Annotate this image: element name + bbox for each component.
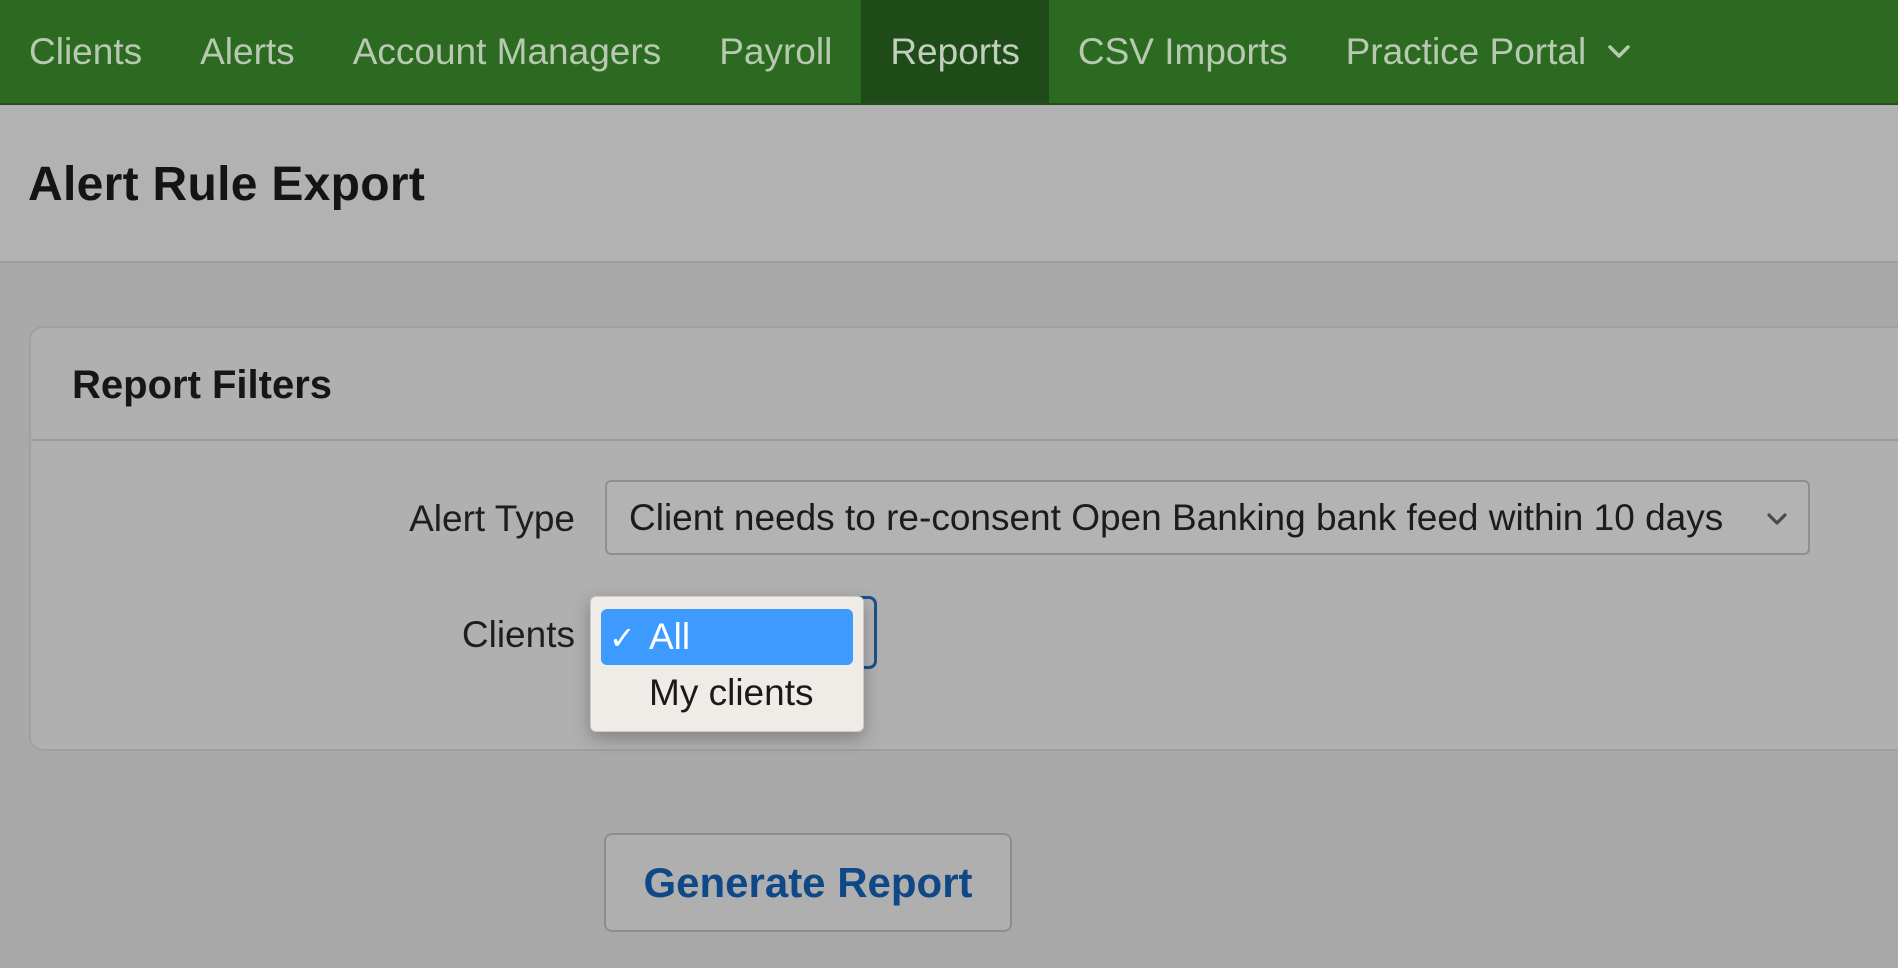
top-nav: Clients Alerts Account Managers Payroll …	[0, 0, 1898, 105]
nav-item-account-managers[interactable]: Account Managers	[324, 0, 691, 103]
card-header: Report Filters	[31, 328, 1898, 441]
alert-type-label: Alert Type	[409, 498, 575, 539]
nav-item-alerts[interactable]: Alerts	[171, 0, 324, 103]
card-title: Report Filters	[72, 363, 333, 407]
clients-option-all[interactable]: ✓ All	[601, 609, 853, 665]
clients-option-label: All	[649, 616, 691, 657]
clients-label: Clients	[461, 614, 575, 655]
chevron-down-icon	[1608, 44, 1630, 58]
generate-report-button[interactable]: Generate Report	[604, 833, 1012, 932]
nav-item-csv-imports[interactable]: CSV Imports	[1049, 0, 1317, 103]
chevron-down-icon	[1767, 513, 1787, 525]
alert-type-value: Client needs to re-consent Open Banking …	[629, 496, 1724, 538]
nav-item-clients[interactable]: Clients	[0, 0, 171, 103]
page-header: Alert Rule Export	[0, 105, 1898, 263]
nav-item-payroll[interactable]: Payroll	[690, 0, 861, 103]
clients-option-my-clients[interactable]: My clients	[601, 665, 853, 721]
page-title: Alert Rule Export	[28, 158, 426, 211]
alert-type-select[interactable]: Client needs to re-consent Open Banking …	[605, 480, 1810, 555]
nav-item-reports[interactable]: Reports	[861, 0, 1049, 103]
clients-dropdown-menu: ✓ All My clients	[590, 596, 864, 732]
nav-item-practice-portal-label: Practice Portal	[1345, 30, 1587, 72]
clients-option-label: My clients	[649, 672, 814, 713]
checkmark-icon: ✓	[609, 620, 636, 656]
nav-item-practice-portal[interactable]: Practice Portal	[1317, 0, 1662, 103]
